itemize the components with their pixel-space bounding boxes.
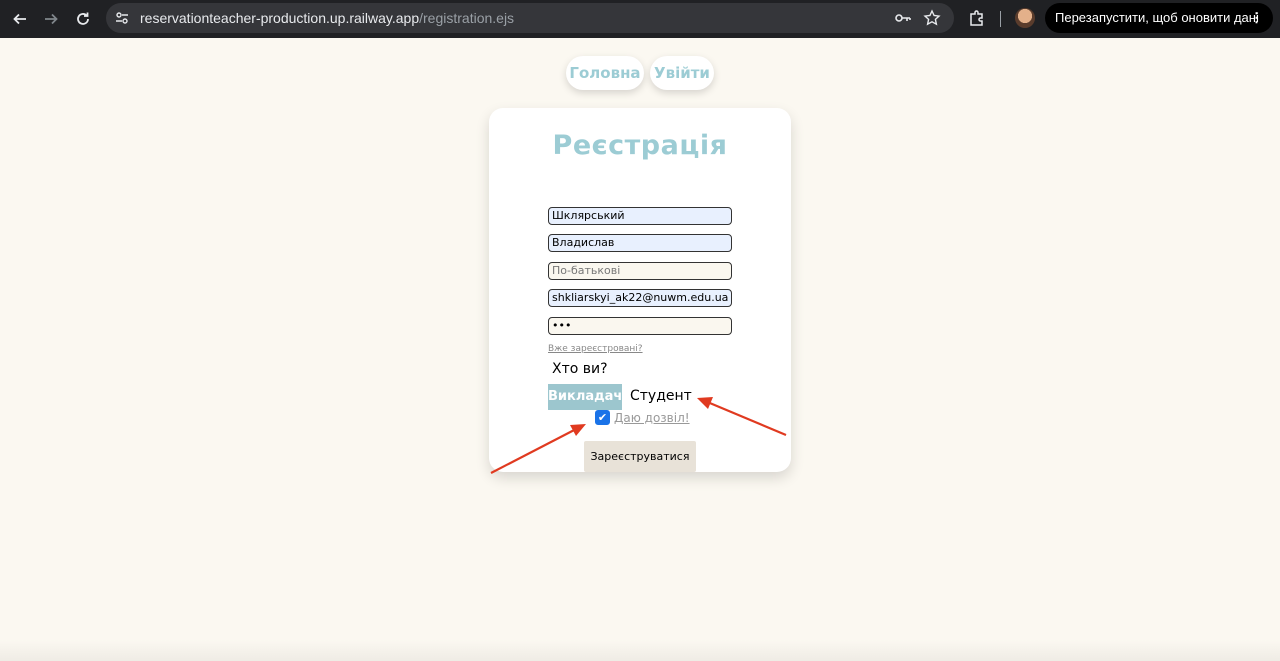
already-registered-link[interactable]: Вже зареєстровані? [548, 344, 643, 354]
role-student-option[interactable]: Студент [630, 388, 692, 404]
arrow-left-icon [13, 13, 26, 25]
role-question: Хто ви? [552, 361, 608, 377]
address-bar[interactable]: reservationteacher-production.up.railway… [106, 3, 954, 33]
last-name-field[interactable]: Шклярський [548, 207, 732, 225]
register-button[interactable]: Зареєструватися [584, 441, 696, 472]
consent-label[interactable]: Даю дозвіл! [614, 411, 690, 425]
back-button[interactable] [7, 6, 33, 32]
reload-icon [77, 12, 89, 25]
browser-toolbar: reservationteacher-production.up.railway… [0, 0, 1280, 38]
consent-checkbox[interactable]: ✔ [595, 410, 610, 425]
reload-button[interactable] [70, 6, 96, 32]
home-link[interactable]: Головна [566, 56, 644, 90]
url-path: /registration.ejs [419, 10, 515, 26]
registration-card: Реєстрація Шклярський Владислав По-батьк… [489, 108, 791, 472]
page-bottom-shadow [0, 640, 1280, 661]
extensions-puzzle-icon[interactable] [967, 8, 987, 28]
email-field[interactable]: shkliarskyi_ak22@nuwm.edu.ua [548, 289, 732, 307]
first-name-field[interactable]: Владислав [548, 234, 732, 252]
url-text: reservationteacher-production.up.railway… [140, 10, 514, 26]
checkmark-icon: ✔ [597, 411, 608, 424]
url-host: reservationteacher-production.up.railway… [140, 10, 420, 26]
toolbar-divider [1000, 11, 1001, 27]
page-title: Реєстрація [552, 130, 728, 161]
role-teacher-button[interactable]: Викладач [548, 384, 622, 410]
bookmark-star-icon[interactable] [923, 9, 941, 27]
login-link[interactable]: Увійти [650, 56, 714, 90]
site-settings-icon[interactable] [114, 10, 130, 26]
password-field[interactable]: ••• [548, 317, 732, 335]
restart-label: Перезапустити, щоб оновити дані [1055, 10, 1259, 25]
arrow-right-icon [45, 13, 58, 25]
forward-button[interactable] [38, 6, 64, 32]
patronymic-field[interactable]: По-батькові [548, 262, 732, 280]
profile-avatar[interactable] [1015, 8, 1035, 28]
restart-to-update-button[interactable]: Перезапустити, щоб оновити дані ⋮ [1045, 3, 1273, 33]
site-nav: Головна Увійти [0, 56, 1280, 90]
password-key-icon[interactable] [894, 9, 912, 27]
more-menu-icon[interactable]: ⋮ [1250, 3, 1263, 33]
